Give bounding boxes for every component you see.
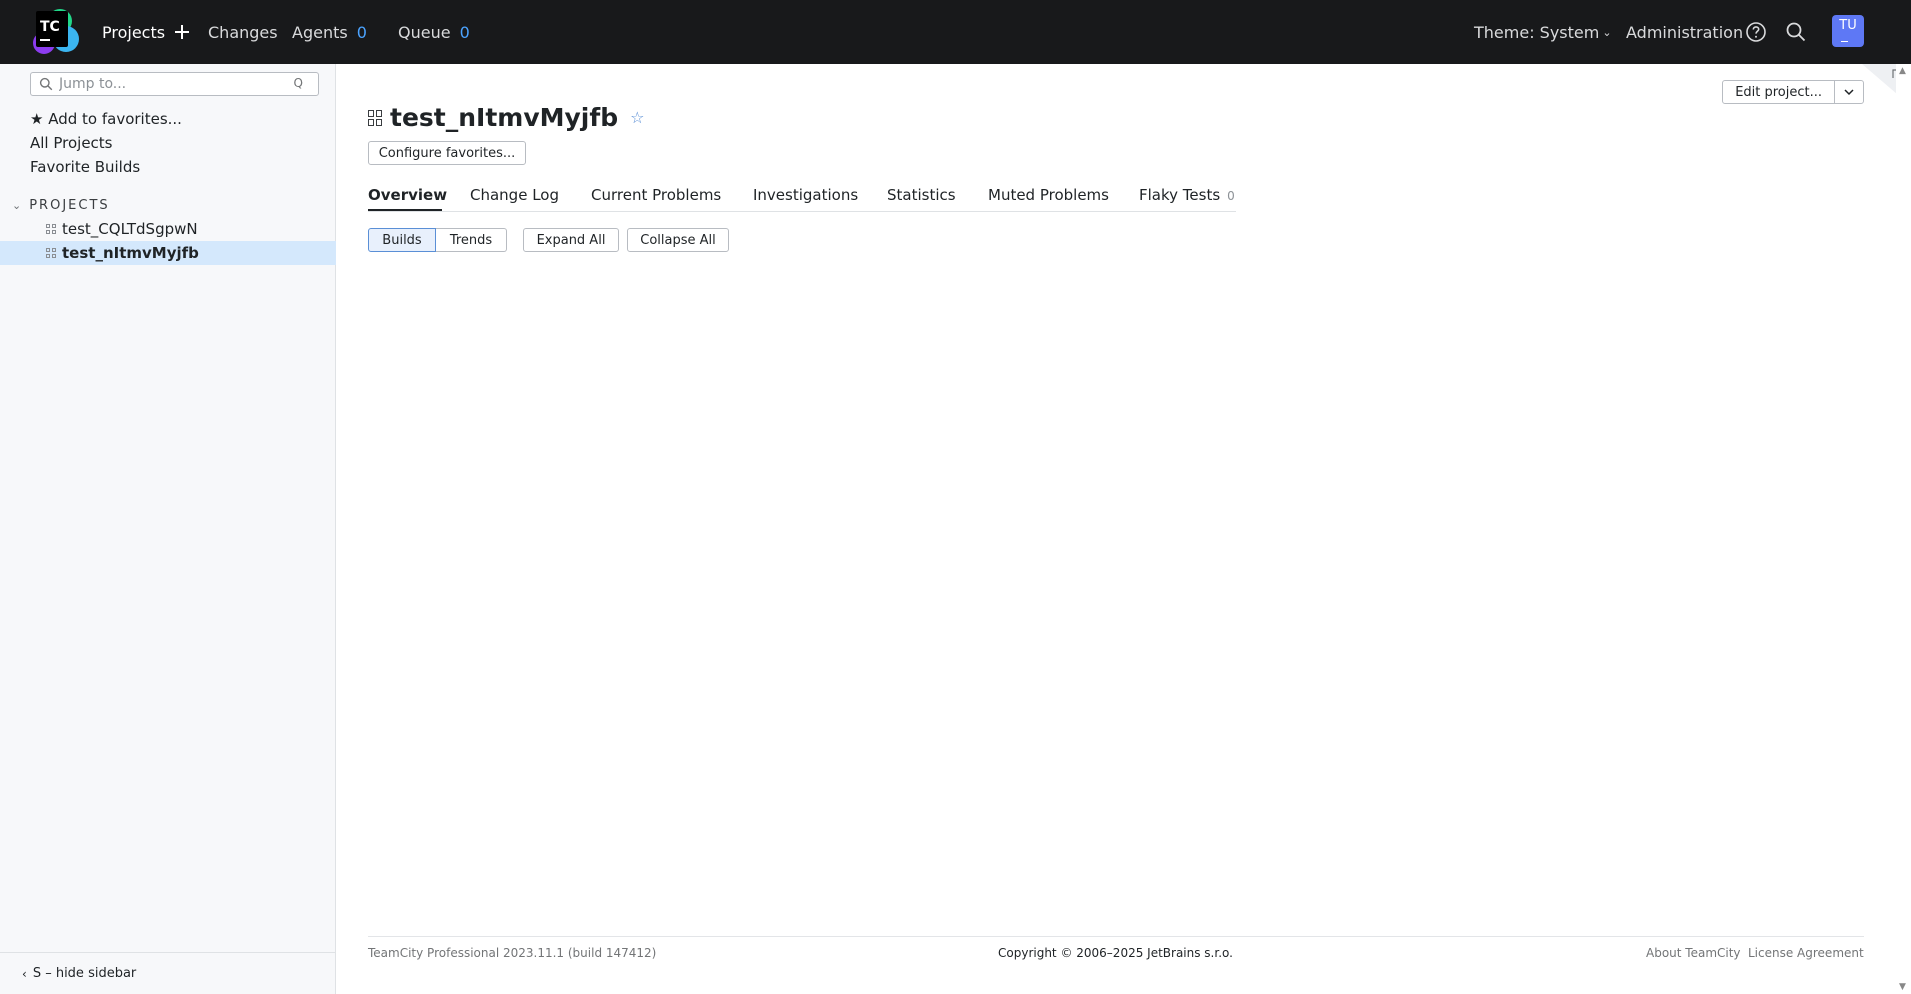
projects-section-toggle[interactable]: ⌄ PROJECTS	[12, 198, 110, 213]
project-tabs: Overview Change Log Current Problems Inv…	[368, 182, 1236, 212]
page-scrollbar[interactable]: ▲ ▼	[1896, 64, 1911, 994]
collapse-all-button[interactable]: Collapse All	[627, 228, 729, 252]
nav-projects[interactable]: Projects	[102, 0, 190, 64]
edit-project-split-button: Edit project...	[1722, 80, 1864, 104]
nav-agents[interactable]: Agents 0	[292, 0, 367, 64]
tab-flaky-tests-label: Flaky Tests	[1139, 186, 1221, 204]
about-teamcity-link[interactable]: About TeamCity	[1646, 946, 1741, 960]
administration-label: Administration	[1626, 22, 1744, 42]
tab-flaky-tests[interactable]: Flaky Tests 0	[1139, 186, 1235, 204]
nav-queue-label: Queue	[398, 22, 451, 42]
footer: TeamCity Professional 2023.11.1 (build 1…	[368, 936, 1864, 974]
teamcity-logo[interactable]: TC	[30, 7, 80, 57]
search-icon	[39, 77, 53, 91]
tab-investigations[interactable]: Investigations	[753, 186, 858, 204]
hide-sidebar-label: S – hide sidebar	[32, 966, 137, 981]
project-icon	[368, 109, 384, 126]
shortcut-hint: Q	[293, 76, 303, 90]
avatar-initials: TU	[1839, 18, 1857, 33]
project-name: test_nItmvMyjfb	[62, 244, 199, 262]
hide-sidebar-button[interactable]: ‹ S – hide sidebar	[0, 952, 336, 994]
favorite-builds-link[interactable]: Favorite Builds	[30, 158, 140, 176]
projects-section-label: PROJECTS	[29, 198, 110, 213]
scroll-up-icon[interactable]: ▲	[1899, 66, 1906, 76]
theme-label: Theme: System	[1474, 22, 1600, 42]
jump-to-search[interactable]: Q	[30, 72, 319, 96]
tab-statistics[interactable]: Statistics	[887, 186, 956, 204]
star-icon[interactable]: ☆	[630, 108, 644, 127]
chevron-down-icon	[1844, 88, 1854, 95]
nav-queue[interactable]: Queue 0	[398, 0, 470, 64]
builds-view-toggle[interactable]: Builds	[368, 228, 436, 252]
chevron-down-icon: ⌄	[1602, 25, 1612, 39]
nav-changes[interactable]: Changes	[208, 0, 278, 64]
configure-favorites-button[interactable]: Configure favorites...	[368, 141, 526, 165]
sidebar-project-item-active[interactable]: test_nItmvMyjfb	[0, 241, 336, 265]
edit-project-dropdown[interactable]	[1835, 81, 1863, 103]
chevron-down-icon: ⌄	[12, 199, 22, 212]
tab-overview[interactable]: Overview	[368, 186, 447, 204]
svg-text:TC: TC	[40, 19, 60, 35]
nav-administration[interactable]: Administration	[1626, 0, 1743, 64]
copyright-text: Copyright © 2006–2025 JetBrains s.r.o.	[998, 946, 1233, 960]
scroll-down-icon[interactable]: ▼	[1899, 982, 1906, 992]
page-header: test_nItmvMyjfb ☆	[368, 103, 645, 132]
expand-all-button[interactable]: Expand All	[523, 228, 619, 252]
version-text: TeamCity Professional 2023.11.1 (build 1…	[368, 946, 657, 960]
help-icon[interactable]	[1744, 20, 1768, 44]
search-icon[interactable]	[1784, 20, 1808, 44]
trends-view-toggle[interactable]: Trends	[436, 228, 507, 252]
project-name: test_CQLTdSgpwN	[62, 220, 198, 238]
license-agreement-link[interactable]: License Agreement	[1748, 946, 1864, 960]
project-icon	[46, 248, 56, 258]
theme-selector[interactable]: Theme: System ⌄	[1474, 0, 1612, 64]
jump-to-input[interactable]	[59, 74, 279, 94]
user-avatar[interactable]: TU	[1832, 15, 1864, 47]
sidebar-project-item[interactable]: test_CQLTdSgpwN	[0, 217, 336, 241]
edit-project-button[interactable]: Edit project...	[1723, 81, 1836, 103]
active-tab-indicator	[368, 209, 442, 211]
queue-count: 0	[459, 22, 470, 42]
add-to-favorites-link[interactable]: ★ Add to favorites...	[30, 110, 182, 128]
nav-changes-label: Changes	[208, 22, 278, 42]
chevron-left-icon: ‹	[22, 966, 27, 981]
tab-change-log[interactable]: Change Log	[470, 186, 559, 204]
agents-count: 0	[356, 22, 367, 42]
nav-agents-label: Agents	[292, 22, 348, 42]
tab-current-problems[interactable]: Current Problems	[591, 186, 721, 204]
tab-muted-problems[interactable]: Muted Problems	[988, 186, 1109, 204]
all-projects-link[interactable]: All Projects	[30, 134, 113, 152]
add-project-plus-icon[interactable]	[175, 25, 190, 39]
top-navbar: TC Projects Changes Agents 0 Queue 0 The…	[0, 0, 1911, 64]
page-title: test_nItmvMyjfb	[390, 103, 619, 132]
project-icon	[46, 224, 56, 234]
sidebar: Q ★ Add to favorites... All Projects Fav…	[0, 64, 336, 994]
flaky-tests-count: 0	[1227, 189, 1235, 203]
nav-projects-label: Projects	[102, 22, 166, 42]
